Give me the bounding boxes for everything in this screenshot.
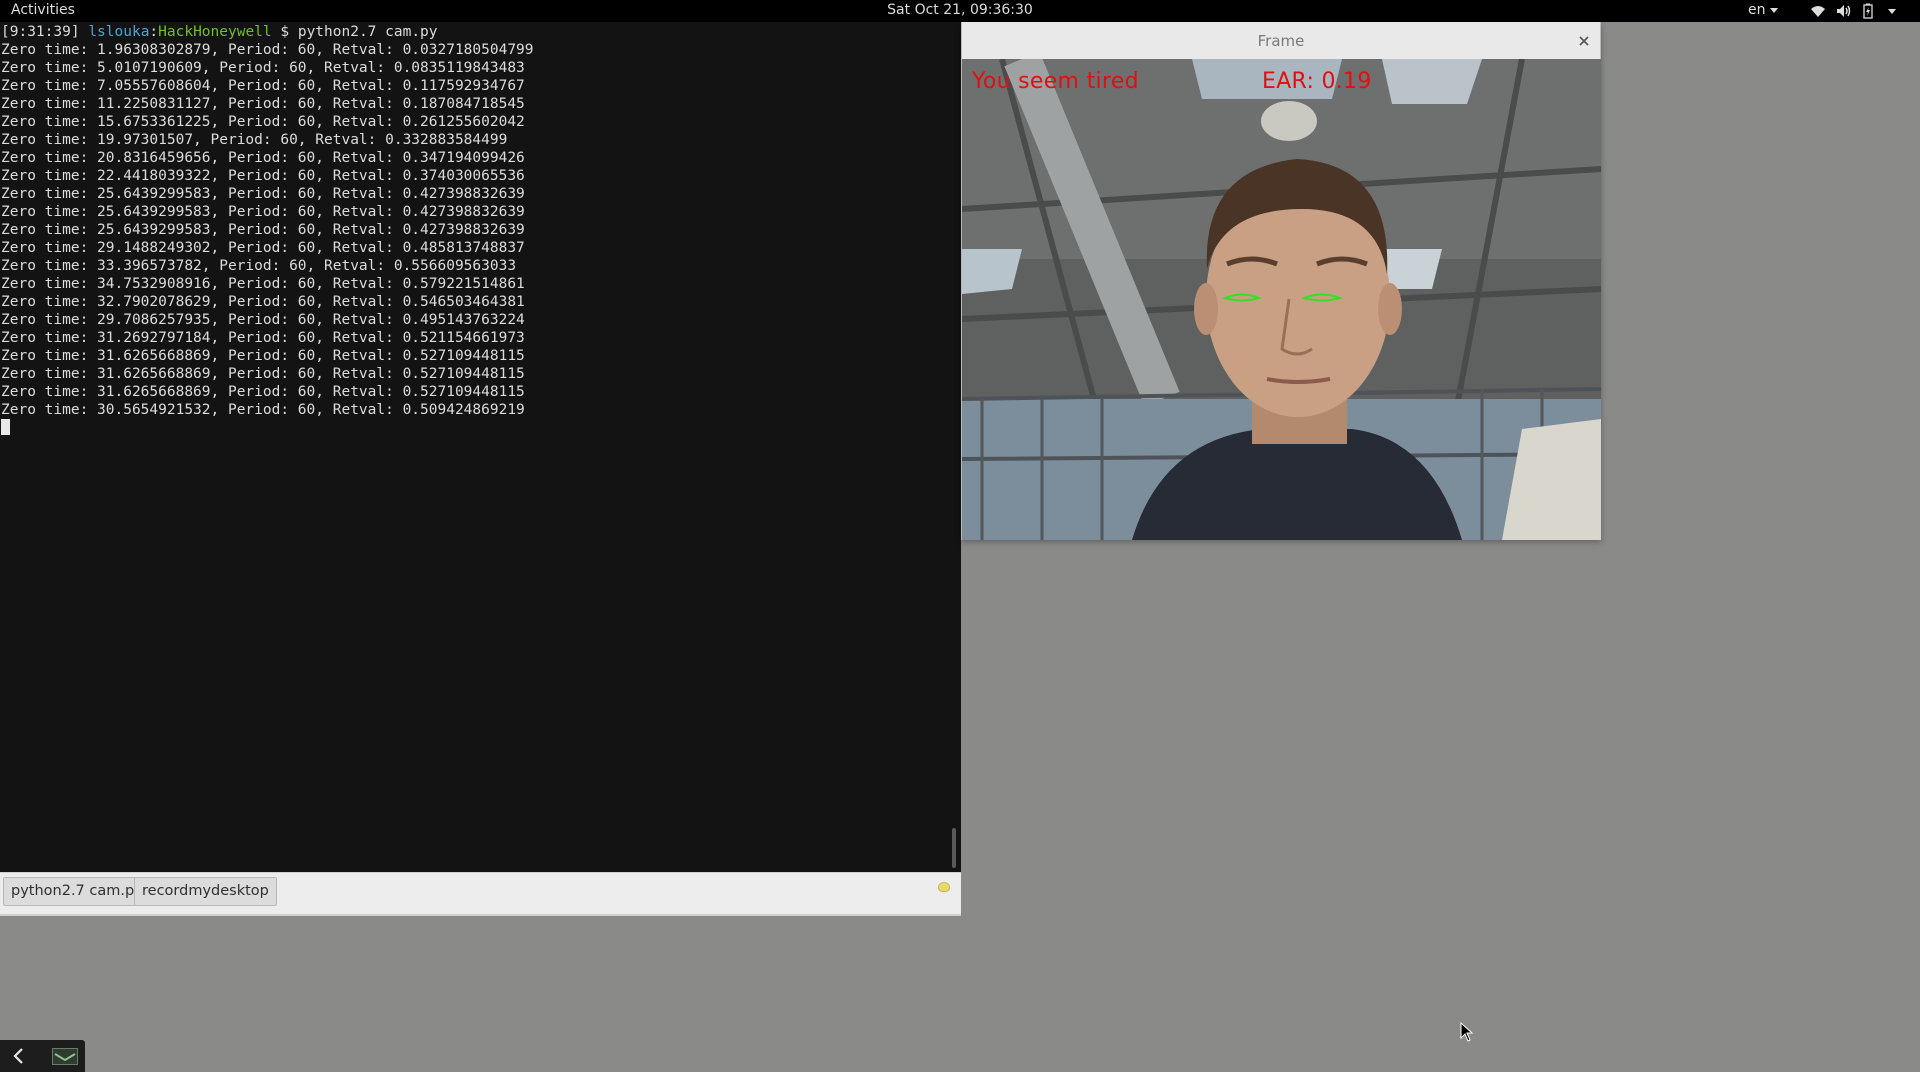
ear-value-text: EAR: 0.19 [1262, 69, 1372, 94]
terminal-window[interactable]: [9:31:39] lslouka:HackHoneywell $ python… [0, 22, 949, 872]
language-label: en [1748, 2, 1766, 18]
window-title: Frame [1257, 32, 1305, 50]
battery-icon [1863, 3, 1873, 19]
terminal-line: Zero time: 31.6265668869, Period: 60, Re… [1, 348, 525, 364]
terminal-line: Zero time: 25.6439299583, Period: 60, Re… [1, 222, 525, 238]
frame-window[interactable]: Frame You seem tired EAR: 0.19 [961, 22, 1601, 540]
terminal-prompt-line: [9:31:39] lslouka:HackHoneywell $ python… [1, 23, 931, 41]
tray-icon[interactable] [52, 1048, 78, 1065]
prompt-time: [9:31:39] [1, 24, 89, 40]
terminal-cursor-line [1, 419, 931, 438]
clock-area: Sat Oct 21, 09:36:30 [0, 2, 1920, 18]
prompt-user: lslouka [88, 24, 150, 40]
camera-image [962, 59, 1601, 540]
terminal-line: Zero time: 31.2692797184, Period: 60, Re… [1, 330, 525, 346]
prompt-command: $ python2.7 cam.py [271, 24, 438, 40]
tab-python-cam[interactable]: python2.7 cam.py [3, 877, 151, 906]
volume-icon [1837, 5, 1851, 17]
terminal-output: [9:31:39] lslouka:HackHoneywell $ python… [1, 23, 931, 438]
terminal-line: Zero time: 32.7902078629, Period: 60, Re… [1, 294, 525, 310]
prompt-host: HackHoneywell [158, 24, 272, 40]
terminal-cursor [1, 419, 10, 435]
terminal-line: Zero time: 25.6439299583, Period: 60, Re… [1, 204, 525, 220]
close-icon[interactable] [1576, 33, 1592, 49]
terminal-line: Zero time: 29.7086257935, Period: 60, Re… [1, 312, 525, 328]
terminal-line: Zero time: 5.0107190609, Period: 60, Ret… [1, 60, 525, 76]
back-arrow-icon[interactable] [10, 1047, 28, 1065]
terminal-line: Zero time: 33.396573782, Period: 60, Ret… [1, 258, 517, 274]
terminal-line: Zero time: 11.2250831127, Period: 60, Re… [1, 96, 525, 112]
terminal-line: Zero time: 31.6265668869, Period: 60, Re… [1, 366, 525, 382]
mouse-pointer-icon [1460, 1022, 1474, 1042]
divider [0, 914, 961, 916]
prompt-separator: : [149, 24, 159, 40]
terminal-line: Zero time: 15.6753361225, Period: 60, Re… [1, 114, 525, 130]
terminal-line: Zero time: 31.6265668869, Period: 60, Re… [1, 384, 525, 400]
notification-tray-icon[interactable] [938, 882, 950, 892]
terminal-line: Zero time: 20.8316459656, Period: 60, Re… [1, 150, 525, 166]
terminal-line: Zero time: 29.1488249302, Period: 60, Re… [1, 240, 525, 256]
terminal-line: Zero time: 34.7532908916, Period: 60, Re… [1, 276, 525, 292]
tab-recordmydesktop[interactable]: recordmydesktop [134, 877, 277, 906]
terminal-line: Zero time: 7.05557608604, Period: 60, Re… [1, 78, 525, 94]
terminal-scrollbar[interactable] [949, 22, 961, 872]
bottom-dock [0, 1040, 85, 1072]
camera-feed: You seem tired EAR: 0.19 [962, 59, 1601, 540]
terminal-line: Zero time: 1.96308302879, Period: 60, Re… [1, 42, 534, 58]
power-menu-icon [1888, 8, 1896, 14]
system-menu[interactable] [1810, 3, 1896, 19]
language-indicator[interactable]: en [1748, 2, 1778, 18]
chevron-down-icon [1769, 7, 1778, 13]
terminal-tab-bar: python2.7 cam.py recordmydesktop [0, 872, 961, 914]
scrollbar-thumb[interactable] [952, 828, 956, 868]
terminal-line: Zero time: 19.97301507, Period: 60, Retv… [1, 132, 508, 148]
terminal-line: Zero time: 30.5654921532, Period: 60, Re… [1, 402, 525, 418]
top-bar: Activities Sat Oct 21, 09:36:30 en [0, 0, 1920, 22]
terminal-line: Zero time: 22.4418039322, Period: 60, Re… [1, 168, 525, 184]
terminal-line: Zero time: 25.6439299583, Period: 60, Re… [1, 186, 525, 202]
wifi-icon [1811, 6, 1825, 17]
clock[interactable]: Sat Oct 21, 09:36:30 [887, 2, 1033, 18]
activities-button[interactable]: Activities [11, 2, 75, 18]
tired-warning-text: You seem tired [972, 69, 1139, 94]
